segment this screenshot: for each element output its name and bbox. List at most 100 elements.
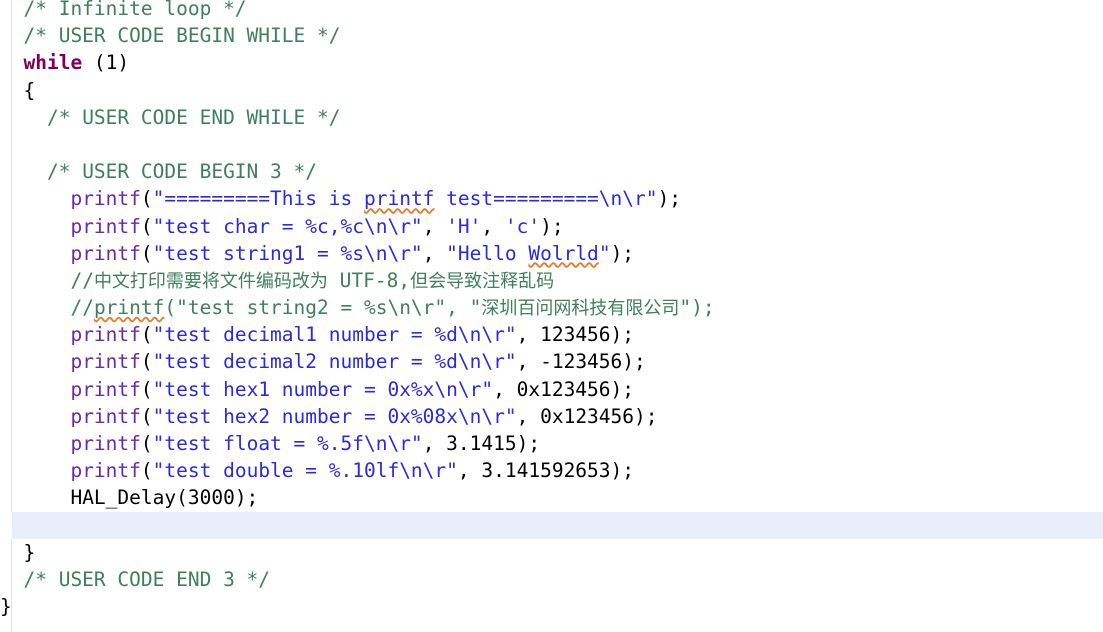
code-line[interactable]: //printf("test string2 = %s\n\r", "深圳百问网…	[0, 294, 1103, 321]
code-text-area[interactable]: /* Infinite loop */ /* USER CODE BEGIN W…	[0, 0, 1103, 627]
code-token: printf	[70, 214, 141, 238]
code-token: ,	[493, 377, 517, 401]
code-token: 3.141592653	[481, 459, 611, 483]
code-token: /* Infinite loop */	[23, 0, 247, 20]
code-token: 0x123456	[540, 404, 635, 428]
code-token: ,	[481, 214, 505, 238]
code-token: (	[140, 404, 153, 428]
code-token: 深圳百问网科技有限公司	[481, 298, 680, 320]
code-token: Wolrld	[528, 241, 599, 265]
code-token: printf	[70, 350, 141, 374]
code-editor[interactable]: /* Infinite loop */ /* USER CODE BEGIN W…	[0, 0, 1103, 632]
code-token: /* USER CODE END WHILE */	[46, 105, 341, 129]
code-token: test=========\n\r"	[434, 187, 658, 211]
code-token: printf	[70, 432, 141, 455]
code-token: 中文打印需要将文件编码改为	[93, 270, 328, 292]
code-token: "test float = %.5f\n\r"	[152, 432, 423, 455]
code-token: (	[140, 214, 153, 238]
code-line[interactable]: //中文打印需要将文件编码改为 UTF-8,但会导致注释乱码	[0, 267, 1103, 294]
code-line[interactable]: /* USER CODE BEGIN WHILE */	[0, 22, 1103, 49]
code-token: UTF-8,	[327, 268, 411, 292]
code-token: ,	[516, 404, 541, 428]
code-token: printf	[93, 296, 165, 320]
code-token: (	[140, 432, 153, 455]
code-token: /* USER CODE END 3 */	[23, 567, 271, 591]
code-line[interactable]: while (1)	[0, 49, 1103, 76]
code-token: while	[23, 51, 83, 75]
code-token: ("test string2 = %s\n\r", "	[164, 296, 482, 320]
code-token: 但会导致注释乱码	[410, 270, 555, 292]
code-token: printf	[70, 241, 141, 265]
code-line[interactable]: /* USER CODE END 3 */	[0, 566, 1103, 593]
code-token: /* USER CODE BEGIN 3 */	[46, 160, 317, 184]
code-token: 3.1415	[446, 432, 517, 455]
code-token: "test double = %.10lf\n\r"	[152, 459, 458, 483]
code-token: ,	[422, 214, 447, 238]
code-token: "test string1 = %s\n\r"	[152, 241, 423, 265]
code-token: );	[610, 323, 635, 347]
code-token: "test hex2 number = 0x%08x\n\r"	[152, 404, 517, 428]
code-token: printf	[363, 187, 435, 211]
code-line[interactable]: printf("test decimal1 number = %d\n\r", …	[0, 321, 1103, 348]
code-token: printf	[70, 323, 141, 347]
code-token: "Hello	[446, 241, 529, 265]
code-line[interactable]: {	[0, 77, 1103, 104]
code-line[interactable]: printf("=========This is printf test====…	[0, 185, 1103, 212]
code-line[interactable]: printf("test hex2 number = 0x%08x\n\r", …	[0, 403, 1103, 430]
code-token: );	[657, 187, 681, 211]
code-token: );	[622, 350, 646, 374]
code-token: );	[516, 432, 541, 455]
code-token: ");	[679, 296, 715, 320]
code-line[interactable]: /* Infinite loop */	[0, 0, 1103, 22]
code-token: 'c'	[504, 214, 541, 238]
code-line[interactable]: printf("test hex1 number = 0x%x\n\r", 0x…	[0, 376, 1103, 403]
code-line[interactable]: ​	[0, 131, 1103, 158]
code-line[interactable]: printf("test double = %.10lf\n\r", 3.141…	[0, 457, 1103, 484]
code-line[interactable]: HAL_Delay(3000);	[0, 484, 1103, 511]
code-token: (	[140, 241, 153, 265]
code-token: {	[23, 78, 36, 102]
code-token: //	[70, 268, 94, 292]
code-line-current[interactable]: ​	[0, 511, 1103, 539]
code-token: "test hex1 number = 0x%x\n\r"	[152, 377, 494, 401]
code-line[interactable]: /* USER CODE BEGIN 3 */	[0, 158, 1103, 185]
code-line[interactable]: }	[0, 539, 1103, 566]
code-token: (	[140, 350, 153, 374]
code-token: (	[140, 187, 153, 211]
code-line[interactable]: printf("test decimal2 number = %d\n\r", …	[0, 348, 1103, 375]
code-token: ,	[516, 323, 541, 347]
code-token: "=========This is	[152, 187, 364, 211]
code-line[interactable]: }	[0, 593, 1103, 620]
code-token: ,	[457, 459, 482, 483]
code-token: /* USER CODE BEGIN WHILE */	[23, 24, 341, 48]
code-token: (	[140, 377, 153, 401]
code-token: );	[610, 377, 635, 401]
code-token: 123456	[540, 323, 611, 347]
code-line[interactable]: printf("test string1 = %s\n\r", "Hello W…	[0, 240, 1103, 267]
code-token: "test char = %c,%c\n\r"	[152, 214, 423, 238]
code-token: 'H'	[446, 214, 482, 238]
code-token: );	[610, 241, 635, 265]
code-token: 0x123456	[516, 377, 611, 401]
code-token: (1)	[82, 51, 130, 75]
code-line[interactable]: printf("test float = %.5f\n\r", 3.1415);	[0, 430, 1103, 457]
code-line[interactable]: /* USER CODE END WHILE */	[0, 104, 1103, 131]
code-line[interactable]: printf("test char = %c,%c\n\r", 'H', 'c'…	[0, 213, 1103, 240]
code-token: printf	[70, 187, 141, 211]
code-token: "test decimal2 number = %d\n\r"	[152, 350, 517, 374]
